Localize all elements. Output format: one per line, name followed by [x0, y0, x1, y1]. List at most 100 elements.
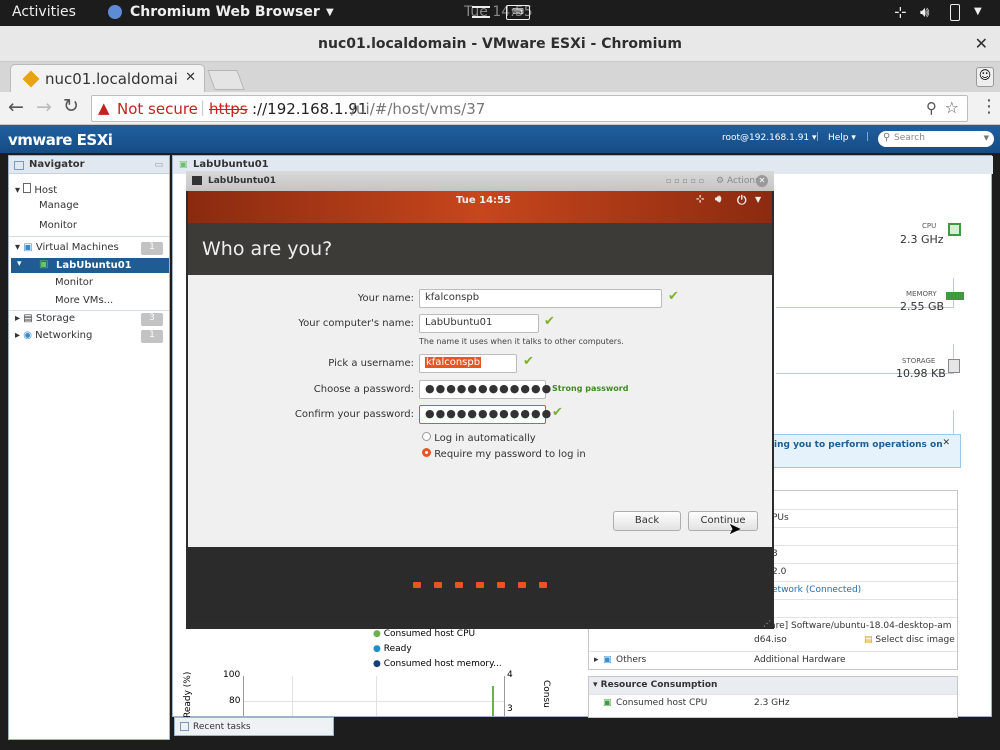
zoom-icon[interactable]: ⚲	[926, 99, 937, 117]
select-disc-link[interactable]: ▤ Select disc image	[864, 635, 955, 645]
confirm-password-input[interactable]: ●●●●●●●●●●●●	[419, 405, 551, 424]
collapse-navigator-icon[interactable]: ▭	[154, 160, 163, 170]
expand-icon[interactable]: ▾	[15, 242, 23, 253]
memory-icon	[946, 292, 964, 300]
nav-vm-labubuntu01[interactable]: ▾ ▣ LabUbuntu01	[11, 258, 169, 273]
navigator-panel: Navigator ▭ ▾ Host Manage Monitor ▾ ▣ Vi…	[8, 155, 170, 740]
keyboard-icon[interactable]: ⌨	[506, 5, 530, 20]
console-actions[interactable]: ⚙ Actions	[716, 176, 760, 186]
login-automatically-option[interactable]: Log in automatically	[422, 432, 536, 444]
security-label[interactable]: Not secure	[117, 100, 198, 118]
tab-strip: nuc01.localdomai ✕ ☺	[0, 62, 1000, 92]
nav-vm-monitor[interactable]: Monitor	[55, 277, 93, 288]
notice-text: ing you to perform operations on	[774, 440, 943, 450]
hamburger-icon[interactable]	[472, 6, 490, 18]
right-tick: 4	[507, 670, 513, 680]
system-menu-chevron-icon[interactable]: ▼	[974, 6, 982, 17]
tab-close-icon[interactable]: ✕	[185, 70, 196, 85]
expand-icon[interactable]: ▸	[15, 330, 23, 341]
cpu-label: CPU	[922, 222, 937, 230]
performance-chart: ● Consumed host CPU ● Ready ● Consumed h…	[183, 626, 560, 718]
expand-icon[interactable]: ▸	[15, 313, 23, 324]
vm-console-window[interactable]: LabUbuntu01 ▫ ▫ ▫ ▫ ▫ ⚙ Actions ✕ Tue 14…	[186, 171, 774, 629]
network-link[interactable]: etwork (Connected)	[772, 585, 861, 595]
cpu-icon: ▣	[603, 698, 612, 708]
new-tab-button[interactable]	[207, 70, 245, 90]
system-menu-chevron-icon[interactable]: ▼	[755, 195, 761, 204]
expand-icon[interactable]: ▾	[15, 185, 23, 196]
name-input[interactable]: kfalconspb	[419, 289, 662, 308]
username-valid-icon: ✔	[523, 354, 534, 369]
nav-host[interactable]: ▾ Host	[15, 183, 57, 196]
network-icon[interactable]: ⊹	[696, 194, 704, 205]
recent-tasks-tab[interactable]: Recent tasks	[174, 717, 334, 736]
password-strength: Strong password	[552, 384, 629, 393]
radio-checked[interactable]	[422, 448, 431, 457]
chromium-icon	[108, 5, 122, 19]
forward-icon[interactable]: →	[36, 96, 52, 118]
search-input[interactable]: ⚲ Search ▼	[878, 131, 994, 147]
legend-item: ● Consumed host memory...	[373, 659, 502, 669]
mouse-cursor: ➤	[728, 519, 742, 538]
reload-icon[interactable]: ↻	[63, 95, 79, 117]
nav-virtual-machines[interactable]: ▾ ▣ Virtual Machines 1	[15, 242, 167, 255]
vm-detail-title: LabUbuntu01	[193, 159, 269, 170]
progress-dot	[413, 582, 421, 588]
omnibox[interactable]: ▲ Not secure | https ://192.168.1.91 /ui…	[91, 95, 968, 122]
search-placeholder: Search	[894, 133, 925, 143]
console-close-icon[interactable]: ✕	[756, 175, 768, 187]
activities-button[interactable]: Activities	[12, 4, 76, 20]
search-dropdown-icon[interactable]: ▼	[984, 134, 989, 142]
resize-handle-icon[interactable]: ⋰	[763, 619, 771, 628]
y-tick: 80	[229, 696, 241, 706]
nav-more-vms[interactable]: More VMs...	[55, 295, 113, 306]
close-window-icon[interactable]: ✕	[975, 26, 988, 62]
url-path: /ui/#/host/vms/37	[351, 100, 486, 118]
volume-icon[interactable]: 🔊︎	[715, 194, 721, 205]
password-input[interactable]: ●●●●●●●●●●●●	[419, 380, 551, 399]
menu-kebab-icon[interactable]: ⋮	[980, 96, 998, 117]
name-valid-icon: ✔	[668, 289, 679, 304]
battery-icon[interactable]	[950, 4, 960, 21]
progress-dot	[518, 582, 526, 588]
y-axis-label: Ready (%)	[183, 671, 193, 718]
nav-storage[interactable]: ▸ ▤ Storage 3	[15, 313, 167, 326]
resource-consumption-header[interactable]: ▾ Resource Consumption	[589, 677, 957, 694]
radio-unchecked[interactable]	[422, 432, 431, 441]
tasks-icon	[180, 722, 189, 731]
network-icon[interactable]: ⊹	[894, 3, 907, 21]
nav-manage[interactable]: Manage	[39, 200, 79, 211]
nav-networking[interactable]: ▸ ◉ Networking 1	[15, 330, 167, 343]
navigator-icon	[14, 161, 24, 170]
legend-item: ● Consumed host CPU	[373, 629, 476, 639]
app-menu-chevron-icon[interactable]: ▼	[326, 7, 334, 18]
back-icon[interactable]: ←	[8, 96, 24, 118]
vm-count-badge: 1	[141, 242, 163, 255]
search-icon: ⚲	[883, 132, 891, 143]
user-setup-form: Your name: kfalconspb ✔ Your computer's …	[188, 275, 772, 547]
volume-icon[interactable]: 🔊︎	[920, 3, 929, 21]
computer-name-input[interactable]: LabUbuntu01	[419, 314, 539, 333]
notice-close-icon[interactable]: ✕	[942, 438, 950, 448]
help-menu[interactable]: Help ▾	[828, 133, 856, 143]
networking-icon: ◉	[23, 330, 32, 341]
gnome-top-bar: Activities Chromium Web Browser ▼ Tue 14…	[0, 0, 1000, 26]
bookmark-star-icon[interactable]: ☆	[945, 98, 959, 117]
back-button[interactable]: Back	[613, 511, 681, 531]
continue-button[interactable]: Continue	[688, 511, 758, 531]
console-toolbar-icons[interactable]: ▫ ▫ ▫ ▫ ▫	[666, 176, 704, 185]
collapse-icon[interactable]: ▾	[593, 680, 601, 690]
progress-dot	[539, 582, 547, 588]
nav-monitor[interactable]: Monitor	[39, 220, 77, 231]
expand-icon[interactable]: ▸	[594, 655, 599, 665]
info-notice: ing you to perform operations on ✕	[763, 434, 961, 468]
app-menu[interactable]: Chromium Web Browser	[130, 4, 320, 20]
user-menu[interactable]: root@192.168.1.91 ▾	[722, 133, 817, 143]
browser-tab[interactable]: nuc01.localdomai ✕	[10, 64, 205, 92]
require-password-option[interactable]: Require my password to log in	[422, 448, 586, 460]
power-icon[interactable]: ⏻	[737, 193, 747, 208]
profile-icon[interactable]: ☺	[976, 67, 994, 87]
ubuntu-clock[interactable]: Tue 14:55	[456, 195, 511, 206]
others-icon: ▣	[603, 655, 612, 665]
username-input[interactable]: kfalconspb	[419, 354, 517, 373]
